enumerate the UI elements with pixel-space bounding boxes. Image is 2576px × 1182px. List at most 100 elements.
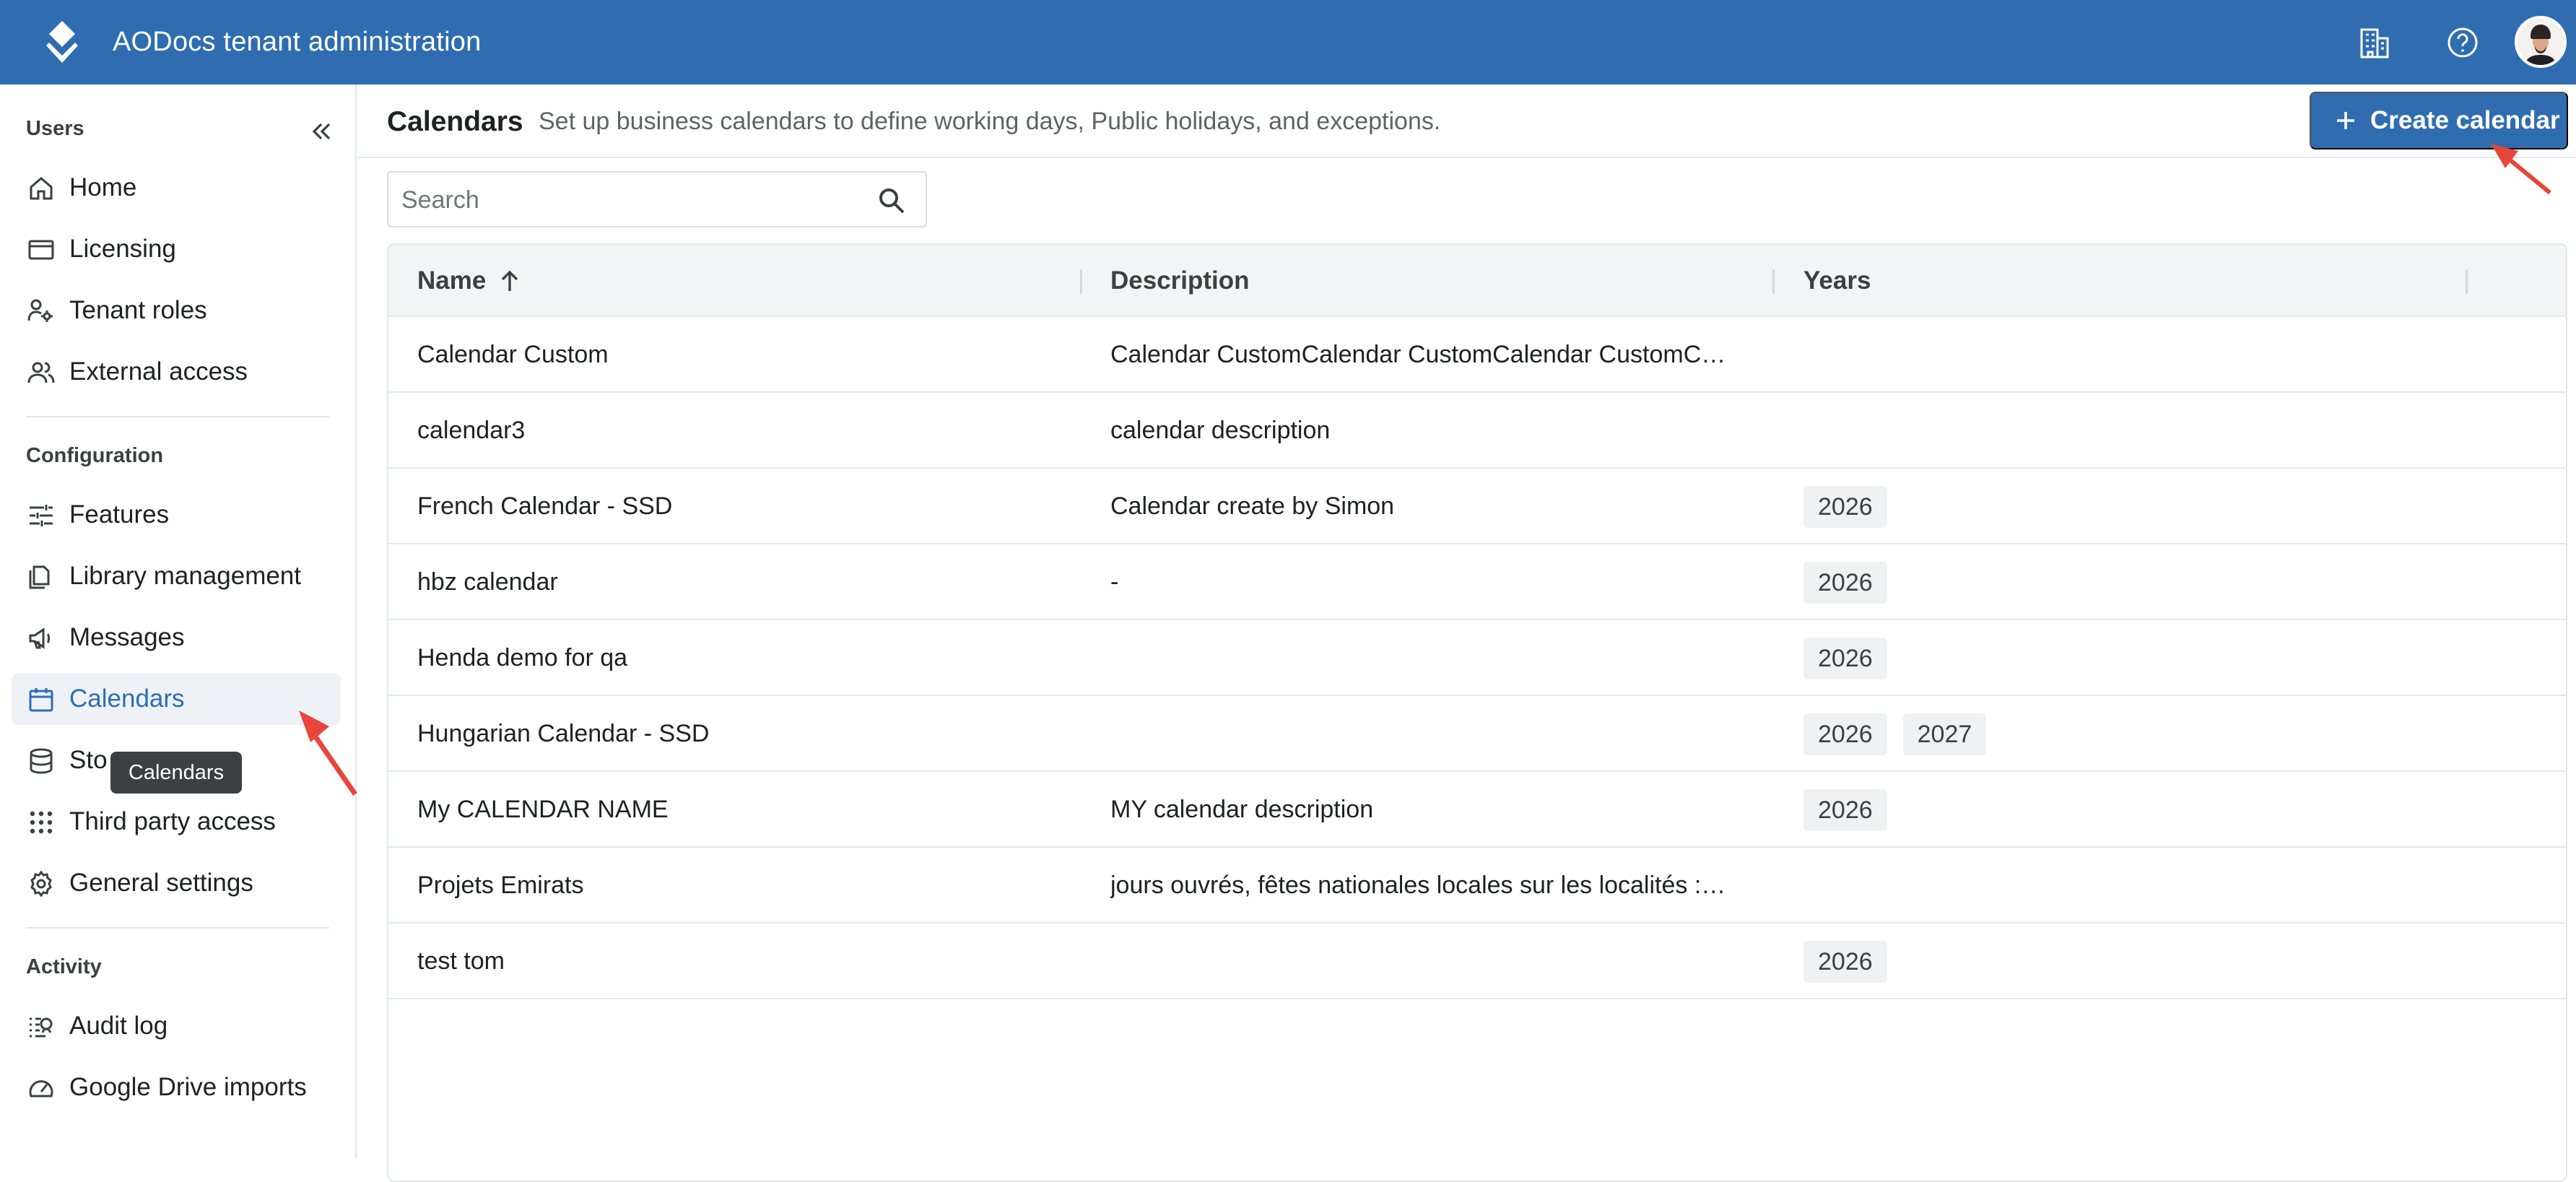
sidebar-item-external-access[interactable]: External access	[12, 346, 341, 398]
search-input[interactable]	[401, 180, 863, 220]
sidebar-item-label: Audit log	[69, 1012, 168, 1040]
table-row[interactable]: calendar3 calendar description	[388, 393, 2566, 469]
annotation-arrow-icon	[299, 710, 357, 796]
sidebar-item-google-drive-imports[interactable]: Google Drive imports	[12, 1061, 341, 1113]
year-chip: 2027	[1902, 713, 1987, 755]
cell-name: Hungarian Calendar - SSD	[417, 720, 710, 747]
sidebar-item-label: External access	[69, 357, 248, 386]
sidebar-item-label: Home	[69, 173, 137, 201]
library-icon	[27, 563, 55, 591]
cell-years: 2026	[1803, 544, 2453, 620]
user-roles-icon	[27, 297, 55, 325]
year-chip: 2026	[1803, 940, 1887, 983]
cell-description	[1110, 924, 1746, 999]
column-resize-handle[interactable]	[1772, 269, 1775, 294]
cell-name: Henda demo for qa	[417, 644, 628, 672]
calendars-tooltip: Calendars	[110, 752, 242, 794]
app-title: AODocs tenant administration	[113, 27, 482, 57]
search-box	[387, 171, 927, 227]
aodocs-logo-icon[interactable]	[42, 19, 82, 66]
sidebar-item-licensing[interactable]: Licensing	[12, 223, 341, 275]
credit-card-icon	[27, 236, 55, 264]
sidebar-item-label: Third party access	[69, 807, 276, 835]
cell-years	[1803, 393, 2453, 469]
calendars-table: Name Description Years Calendar Custom Ca…	[387, 243, 2567, 1182]
gear-icon	[27, 870, 55, 898]
column-resize-handle[interactable]	[2466, 269, 2468, 294]
column-resize-handle[interactable]	[1080, 269, 1082, 294]
cell-years	[1803, 317, 2453, 393]
page-title: Calendars	[387, 106, 523, 137]
table-row[interactable]: Hungarian Calendar - SSD 2026 2027	[388, 696, 2566, 772]
sort-ascending-icon[interactable]	[497, 268, 523, 294]
sidebar-item-label: Library management	[69, 562, 301, 590]
table-row[interactable]: Henda demo for qa 2026	[388, 620, 2566, 696]
table-row[interactable]: test tom 2026	[388, 924, 2566, 999]
cell-years: 2026	[1803, 924, 2453, 999]
sidebar-item-label: Licensing	[69, 235, 176, 263]
sidebar-item-home[interactable]: Home	[12, 162, 341, 214]
sidebar-item-audit-log[interactable]: Audit log	[12, 1000, 341, 1052]
sidebar-item-label: Calendars	[69, 685, 185, 713]
speedometer-icon	[27, 1074, 55, 1102]
user-avatar[interactable]	[2515, 16, 2567, 68]
year-chip: 2026	[1803, 788, 1887, 831]
audit-log-icon	[27, 1013, 55, 1040]
home-icon	[27, 175, 55, 202]
cell-description: calendar description	[1110, 417, 1331, 444]
sidebar-item-features[interactable]: Features	[12, 489, 341, 541]
sidebar-item-tenant-roles[interactable]: Tenant roles	[12, 284, 341, 336]
cell-name: calendar3	[417, 417, 526, 444]
year-chip: 2026	[1803, 713, 1887, 755]
database-icon	[27, 747, 55, 775]
sidebar: Users Home Licensing Tenant roles Extern…	[0, 84, 357, 1158]
section-label-configuration: Configuration	[26, 444, 164, 467]
create-calendar-label: Create calendar	[2370, 106, 2560, 134]
cell-name: My CALENDAR NAME	[417, 796, 669, 823]
column-header-name[interactable]: Name	[417, 245, 486, 317]
table-row[interactable]: French Calendar - SSD Calendar create by …	[388, 469, 2566, 544]
year-chip: 2026	[1803, 637, 1887, 679]
table-body: Calendar Custom Calendar CustomCalendar C…	[388, 317, 2566, 999]
collapse-sidebar-icon[interactable]	[303, 113, 339, 149]
divider	[26, 927, 329, 929]
search-icon[interactable]	[876, 186, 907, 216]
cell-years: 2026	[1803, 772, 2453, 848]
cell-name: test tom	[417, 947, 505, 975]
sidebar-item-label: Google Drive imports	[69, 1073, 307, 1101]
sidebar-item-messages[interactable]: Messages	[12, 612, 341, 664]
sidebar-item-label: Messages	[69, 623, 185, 651]
cell-name: Calendar Custom	[417, 341, 609, 368]
cell-name: hbz calendar	[417, 568, 558, 596]
sidebar-item-third-party-access[interactable]: Third party access	[12, 796, 341, 848]
header-divider	[358, 157, 2576, 158]
sidebar-item-library-management[interactable]: Library management	[12, 550, 341, 602]
cell-description: Calendar CustomCalendar CustomCalendar C…	[1110, 341, 1726, 368]
cell-description: jours ouvrés, fêtes nationales locales s…	[1110, 872, 1726, 899]
cell-name: Projets Emirats	[417, 872, 584, 899]
help-icon[interactable]	[2440, 20, 2485, 65]
cell-years	[1803, 848, 2453, 924]
table-row[interactable]: Calendar Custom Calendar CustomCalendar C…	[388, 317, 2566, 393]
cell-description	[1110, 620, 1746, 696]
column-header-description[interactable]: Description	[1110, 245, 1250, 317]
cell-description: Calendar create by Simon	[1110, 492, 1395, 520]
sidebar-item-label: Features	[69, 500, 170, 529]
table-row[interactable]: My CALENDAR NAME MY calendar description 2…	[388, 772, 2566, 848]
plus-icon	[2331, 106, 2360, 135]
sidebar-item-general-settings[interactable]: General settings	[12, 857, 341, 909]
divider	[26, 416, 329, 417]
megaphone-icon	[27, 625, 55, 652]
table-row[interactable]: Projets Emirats jours ouvrés, fêtes natio…	[388, 848, 2566, 924]
table-row[interactable]: hbz calendar - 2026	[388, 544, 2566, 620]
apps-grid-icon	[27, 809, 55, 836]
app-bar: AODocs tenant administration	[0, 0, 2576, 84]
table-header: Name Description Years	[388, 245, 2566, 317]
main-content: Calendars Set up business calendars to d…	[358, 84, 2576, 1182]
year-chip: 2026	[1803, 561, 1887, 604]
sidebar-item-label: Sto	[69, 746, 108, 774]
cell-description: MY calendar description	[1110, 796, 1374, 823]
cell-name: French Calendar - SSD	[417, 492, 673, 520]
building-icon[interactable]	[2352, 20, 2397, 65]
column-header-years[interactable]: Years	[1803, 245, 1871, 317]
